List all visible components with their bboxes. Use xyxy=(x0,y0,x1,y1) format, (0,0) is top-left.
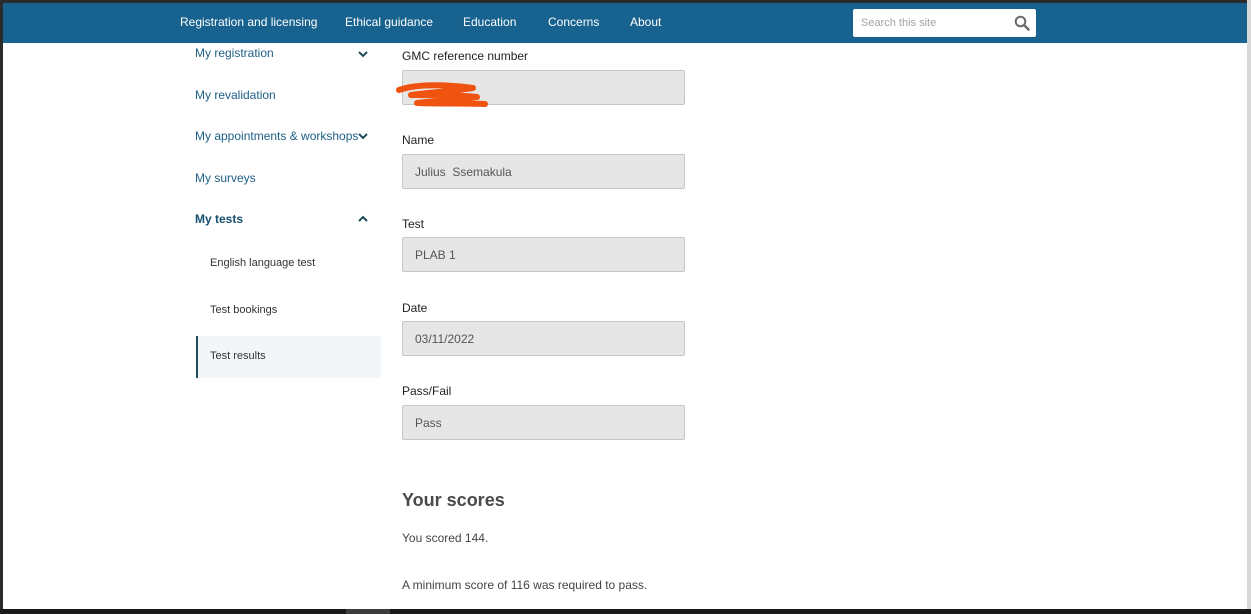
pass-fail-field[interactable] xyxy=(403,406,675,439)
search-box xyxy=(853,9,1036,37)
nav-registration-and-licensing[interactable]: Registration and licensing xyxy=(180,15,317,29)
sidebar-item-my-tests[interactable]: My tests xyxy=(195,212,243,226)
sidebar-subitem-test-results[interactable]: Test results xyxy=(196,336,381,378)
gmc-reference-label: GMC reference number xyxy=(402,49,529,63)
date-field-box xyxy=(402,321,685,356)
chevron-down-icon[interactable] xyxy=(357,130,369,142)
search-input[interactable] xyxy=(853,9,1011,37)
minimum-score-text: A minimum score of 116 was required to p… xyxy=(402,578,648,592)
score-text: You scored 144. xyxy=(402,531,489,545)
test-field[interactable] xyxy=(403,238,675,271)
nav-about[interactable]: About xyxy=(630,15,661,29)
date-field[interactable] xyxy=(403,322,675,355)
top-navigation-bar: Registration and licensing Ethical guida… xyxy=(3,3,1247,43)
search-icon[interactable] xyxy=(1014,15,1030,31)
sidebar-item-my-registration[interactable]: My registration xyxy=(195,46,274,60)
pass-fail-field-box xyxy=(402,405,685,440)
date-label: Date xyxy=(402,301,428,315)
page: Registration and licensing Ethical guida… xyxy=(3,3,1247,609)
sidebar-subitem-english-language-test[interactable]: English language test xyxy=(210,257,315,269)
nav-education[interactable]: Education xyxy=(463,15,516,29)
window-edge xyxy=(1247,0,1251,614)
taskbar-strip xyxy=(0,609,1251,614)
sidebar-subitem-label: Test results xyxy=(210,350,266,362)
chevron-down-icon[interactable] xyxy=(357,48,369,60)
sidebar-subitem-test-bookings[interactable]: Test bookings xyxy=(210,304,277,316)
test-label: Test xyxy=(402,217,425,231)
test-field-box xyxy=(402,237,685,272)
scores-heading: Your scores xyxy=(402,490,505,510)
name-field-box xyxy=(402,154,685,189)
name-label: Name xyxy=(402,133,435,147)
nav-concerns[interactable]: Concerns xyxy=(548,15,599,29)
pass-fail-label: Pass/Fail xyxy=(402,384,452,398)
name-field[interactable] xyxy=(403,155,675,188)
redaction-scribble xyxy=(396,82,488,107)
sidebar-item-my-appointments-workshops[interactable]: My appointments & workshops xyxy=(195,129,358,143)
sidebar-item-my-surveys[interactable]: My surveys xyxy=(195,171,256,185)
nav-ethical-guidance[interactable]: Ethical guidance xyxy=(345,15,433,29)
chevron-up-icon[interactable] xyxy=(357,213,369,225)
taskbar-tab xyxy=(346,609,390,614)
sidebar-item-my-revalidation[interactable]: My revalidation xyxy=(195,88,276,102)
